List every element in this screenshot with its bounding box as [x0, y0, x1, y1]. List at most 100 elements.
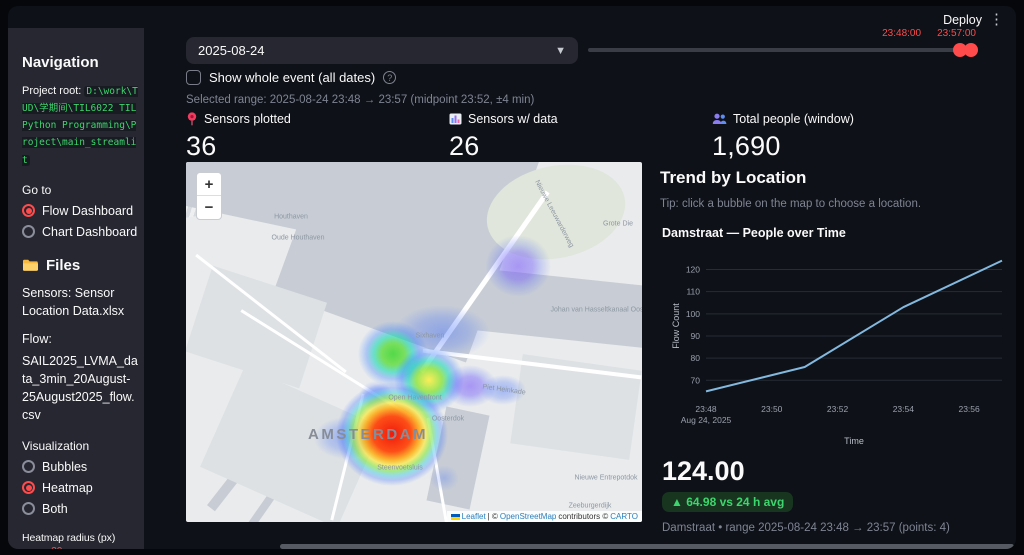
metric-sensors-with-data: Sensors w/ data 26 [449, 112, 712, 162]
radio-heatmap[interactable]: Heatmap [22, 481, 138, 495]
trend-caption: Damstraat • range 2025-08-24 23:48 → 23:… [662, 522, 950, 534]
date-select-value: 2025-08-24 [198, 43, 265, 58]
trend-line-chart[interactable]: 70 80 90 100 110 120 23:48Aug 24, 2025 23:50 23:… [670, 244, 1010, 452]
people-icon [712, 113, 727, 124]
sensors-file-text: Sensors: Sensor Location Data.xlsx [22, 285, 125, 318]
radio-bubbles[interactable]: Bubbles [22, 460, 138, 474]
radius-slider-label: Heatmap radius (px) [22, 531, 116, 544]
radio-both[interactable]: Both [22, 502, 138, 516]
selected-range-caption: Selected range: 2025-08-24 23:48 → 23:57… [186, 94, 535, 106]
ukraine-flag-icon [450, 513, 460, 520]
goto-label: Go to [22, 182, 52, 197]
flow-file-name: SAIL2025_LVMA_data_3min_20August-25Augus… [22, 354, 138, 423]
chevron-down-icon: ▼ [555, 44, 566, 57]
whole-event-checkbox-row[interactable]: Show whole event (all dates) ? [186, 70, 397, 85]
map-label: Open Havenfront [388, 394, 442, 402]
radio-button-icon [22, 225, 35, 239]
svg-text:110: 110 [686, 287, 700, 297]
radio-button-icon [22, 481, 35, 495]
heat-blob [485, 235, 551, 297]
svg-text:120: 120 [686, 265, 700, 275]
map-label: Zeeburgerdijk [568, 502, 612, 510]
radio-chart-dashboard[interactable]: Chart Dashboard [22, 225, 138, 239]
radio-button-icon [22, 502, 35, 516]
metric-label: Total people (window) [733, 112, 854, 126]
horizontal-scrollbar[interactable] [280, 544, 1014, 549]
svg-text:23:52: 23:52 [827, 404, 849, 414]
metric-value: 26 [449, 131, 480, 161]
svg-text:23:54: 23:54 [893, 404, 915, 414]
svg-text:80: 80 [691, 353, 701, 363]
sidebar: Navigation Project root: D:\work\TUD\学期间… [8, 28, 144, 549]
svg-text:23:50: 23:50 [761, 404, 783, 414]
deploy-button[interactable]: Deploy [943, 13, 982, 27]
metric-label: Sensors plotted [204, 112, 291, 126]
metric-total-people: Total people (window) 1,690 [712, 112, 975, 162]
heat-blob [429, 465, 459, 491]
kebab-menu-icon[interactable]: ⋮ [989, 11, 1004, 29]
metric-value: 36 [186, 131, 217, 161]
checkbox-icon[interactable] [186, 70, 201, 85]
flow-file-label: Flow: [22, 331, 52, 346]
map-label: Johan van Hasseltkanaal Oost [550, 306, 642, 314]
trend-tip: Tip: click a bubble on the map to choose… [660, 198, 922, 210]
sidebar-title: Navigation [22, 54, 99, 71]
date-select[interactable]: 2025-08-24 ▼ [186, 37, 578, 64]
leaflet-link[interactable]: Leaflet [462, 512, 486, 521]
svg-text:23:48: 23:48 [695, 404, 717, 414]
radio-button-icon [22, 204, 35, 218]
trend-panel: Trend by Location Tip: click a bubble on… [660, 162, 1016, 542]
map-label: Grote Die [603, 220, 633, 228]
chart-title: Damstraat — People over Time [662, 226, 846, 240]
project-root: Project root: D:\work\TUD\学期间\TIL6022 TI… [22, 83, 138, 169]
time-slider-end-handle[interactable] [964, 43, 978, 57]
map-label: Houthaven [274, 213, 308, 221]
map-city-label: AMSTERDAM [308, 426, 428, 443]
osm-link[interactable]: OpenStreetMap [500, 512, 556, 521]
metric-label: Sensors w/ data [468, 112, 558, 126]
svg-text:100: 100 [686, 309, 700, 319]
metric-sensors-plotted: Sensors plotted 36 [186, 112, 449, 162]
bar-chart-icon [449, 113, 462, 125]
carto-link[interactable]: CARTO [610, 512, 638, 521]
svg-text:23:56: 23:56 [958, 404, 980, 414]
leaflet-map[interactable]: AMSTERDAM Houthaven Oude Houthaven Nieuwe … [186, 162, 642, 522]
svg-text:Flow Count: Flow Count [671, 303, 681, 349]
radio-button-icon [22, 460, 35, 474]
map-label: Nieuwe Entrepotdok [574, 474, 638, 482]
pin-icon [187, 112, 197, 126]
zoom-out-button[interactable]: − [197, 196, 221, 219]
svg-text:90: 90 [691, 331, 701, 341]
visualization-label: Visualization [22, 438, 90, 453]
svg-text:Aug 24, 2025: Aug 24, 2025 [681, 415, 732, 425]
zoom-in-button[interactable]: + [197, 173, 221, 196]
map-label: Steenvoetsluis [377, 464, 423, 472]
whole-event-checkbox-label: Show whole event (all dates) [209, 70, 376, 85]
svg-text:70: 70 [691, 375, 701, 385]
project-root-path: D:\work\TUD\学期间\TIL6022 TIL Python Progr… [22, 86, 138, 166]
trend-current-value: 124.00 [662, 456, 745, 486]
radio-flow-dashboard[interactable]: Flow Dashboard [22, 204, 138, 218]
metrics-row: Sensors plotted 36 Sensors w/ data 26 To… [186, 112, 975, 162]
visualization-radio-group: Bubbles Heatmap Both [22, 460, 138, 516]
map-label: Sixhaven [415, 332, 445, 340]
goto-radio-group: Flow Dashboard Chart Dashboard [22, 204, 138, 239]
radius-slider-value: 30 [51, 546, 62, 549]
project-root-label: Project root: [22, 85, 82, 97]
app-window: Deploy ⋮ Navigation Project root: D:\wor… [8, 6, 1016, 549]
help-icon[interactable]: ? [383, 71, 397, 84]
time-slider-track[interactable] [588, 43, 978, 57]
radius-slider: 30 [22, 546, 138, 549]
window-frame: Deploy ⋮ Navigation Project root: D:\wor… [0, 0, 1024, 555]
files-header: Files [22, 257, 138, 274]
folder-icon [23, 259, 38, 271]
map-zoom-control: + − [196, 172, 222, 220]
app-header: Deploy ⋮ [8, 6, 1016, 36]
map-attribution: Leaflet | © OpenStreetMap contributors ©… [446, 511, 642, 522]
metric-value: 1,690 [712, 131, 781, 161]
map-label: Oude Houthaven [271, 234, 325, 242]
map-label: Oosterdok [431, 415, 465, 423]
trend-delta-badge: ▲ 64.98 vs 24 h avg [662, 492, 794, 512]
trend-title: Trend by Location [660, 168, 807, 187]
svg-text:Time: Time [844, 436, 864, 446]
